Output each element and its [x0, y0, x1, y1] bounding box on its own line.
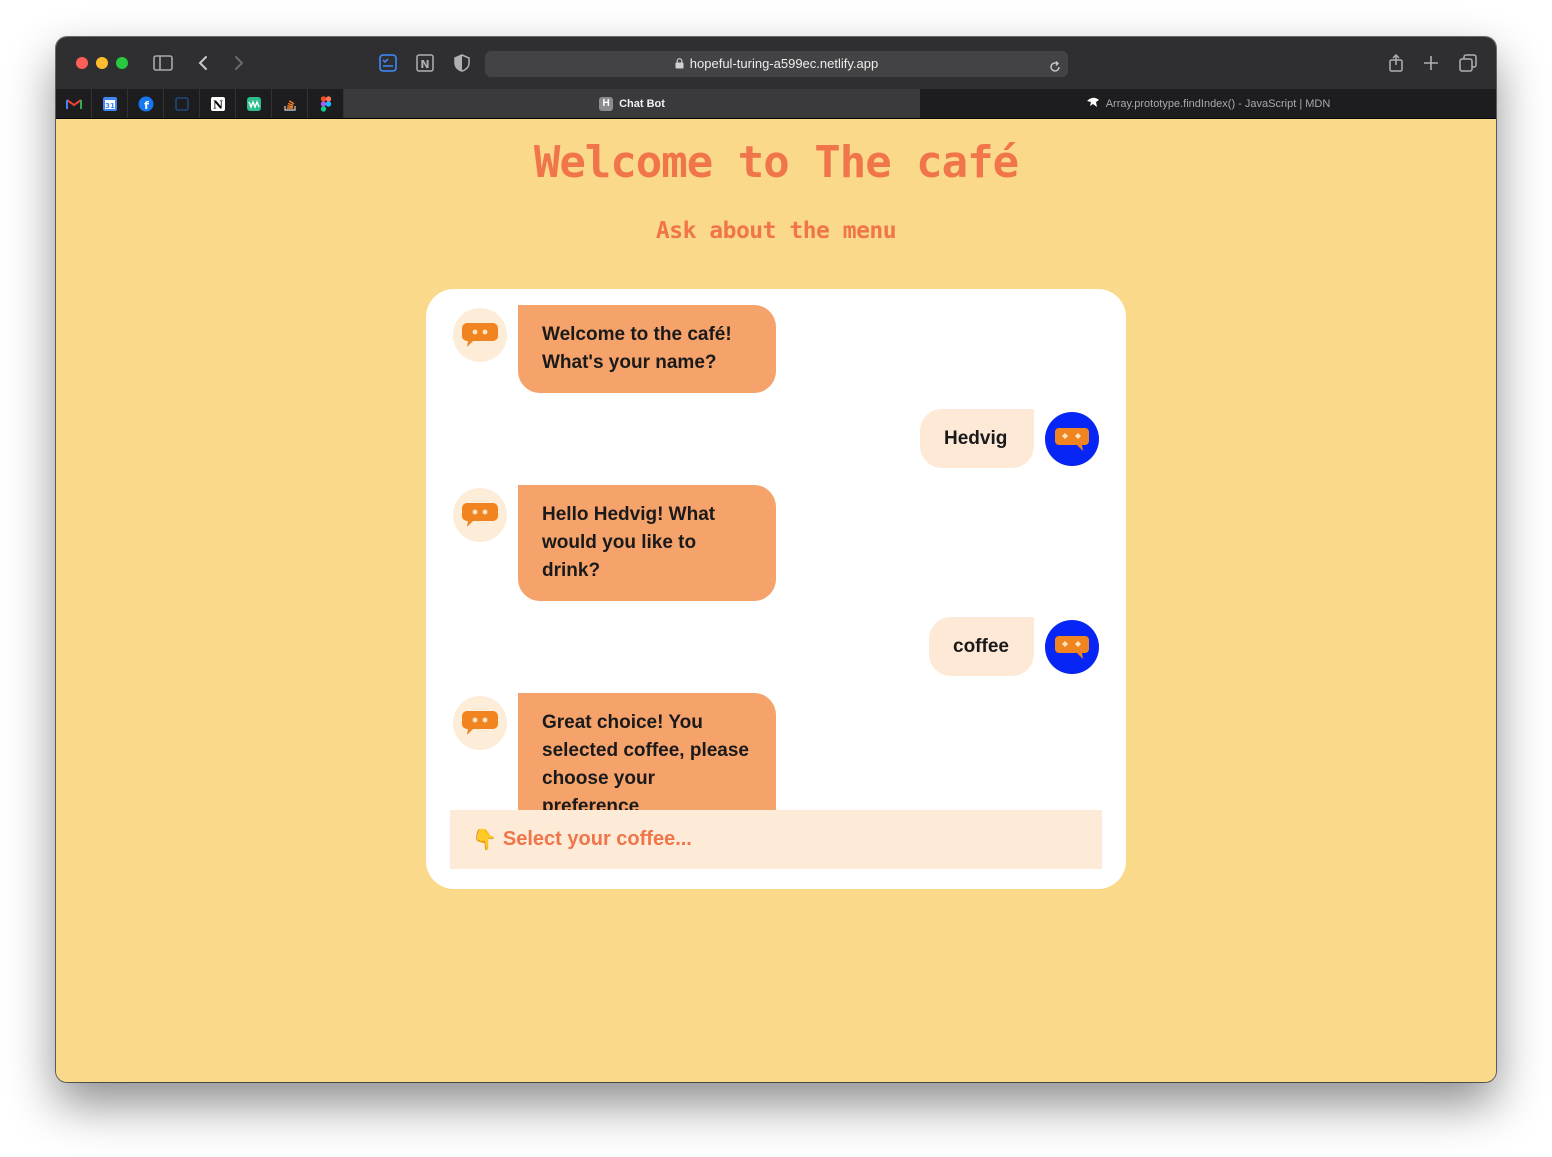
todoist-extension-icon[interactable] [377, 52, 399, 74]
svg-text:f: f [144, 99, 149, 112]
tab-overview-icon[interactable] [1457, 52, 1479, 74]
bot-message: Welcome to the café! What's your name? [518, 305, 776, 393]
google-calendar-icon[interactable]: 31 [92, 89, 128, 118]
tab-chat-bot[interactable]: H Chat Bot [344, 89, 920, 118]
svg-text:31: 31 [105, 102, 115, 110]
bot-avatar [453, 696, 507, 750]
notion-extension-icon[interactable]: N [414, 52, 436, 74]
share-icon[interactable] [1385, 52, 1407, 74]
page-content: Welcome to The café Ask about the menu W… [56, 119, 1496, 1082]
address-bar[interactable]: hopeful-turing-a599ec.netlify.app [485, 51, 1068, 77]
coffee-select[interactable]: 👇 Select your coffee... [450, 810, 1102, 869]
bot-message: Great choice! You selected coffee, pleas… [518, 693, 776, 810]
close-window-button[interactable] [76, 57, 88, 69]
page-title: Welcome to The café [533, 137, 1019, 188]
new-tab-icon[interactable] [1420, 52, 1442, 74]
tab-label: Array.prototype.findIndex() - JavaScript… [1105, 97, 1331, 110]
tab-bar: 31 f N H Chat Bot Array.prototype.findIn… [56, 89, 1496, 119]
site-icon: H [599, 96, 614, 111]
bot-avatar [453, 308, 507, 362]
lock-icon [675, 52, 684, 78]
figma-icon[interactable] [308, 89, 344, 118]
bot-avatar [453, 488, 507, 542]
facebook-icon[interactable]: f [128, 89, 164, 118]
tab-icon[interactable] [164, 89, 200, 118]
chat-messages[interactable]: Welcome to the café! What's your name? H… [426, 289, 1126, 810]
browser-window: N hopeful-turing-a599ec.netlify.app 31 f… [56, 37, 1496, 1082]
user-avatar [1045, 412, 1099, 466]
privacy-shield-icon[interactable] [451, 52, 473, 74]
back-icon[interactable] [193, 52, 215, 74]
tab-label: Chat Bot [619, 97, 665, 110]
sidebar-toggle-icon[interactable] [152, 52, 174, 74]
zoom-window-button[interactable] [116, 57, 128, 69]
minimize-window-button[interactable] [96, 57, 108, 69]
mdn-icon [1086, 96, 1100, 111]
user-message: Hedvig [920, 409, 1034, 468]
reload-icon[interactable] [1048, 57, 1062, 83]
page-subtitle: Ask about the menu [655, 218, 897, 244]
svg-text:N: N [420, 58, 429, 71]
gmail-icon[interactable] [56, 89, 92, 118]
svg-text:N: N [212, 98, 222, 111]
bot-message: Hello Hedvig! What would you like to dri… [518, 485, 776, 601]
stackoverflow-icon[interactable] [272, 89, 308, 118]
chat-card: Welcome to the café! What's your name? H… [426, 289, 1126, 889]
notion-icon[interactable]: N [200, 89, 236, 118]
wavve-icon[interactable] [236, 89, 272, 118]
user-message: coffee [929, 617, 1034, 676]
tab-mdn[interactable]: Array.prototype.findIndex() - JavaScript… [920, 89, 1496, 118]
select-placeholder: Select your coffee... [502, 828, 692, 850]
forward-icon[interactable] [227, 52, 249, 74]
url-text: hopeful-turing-a599ec.netlify.app [689, 56, 879, 71]
pointing-down-icon: 👇 [472, 829, 497, 851]
browser-toolbar: N hopeful-turing-a599ec.netlify.app [56, 37, 1496, 89]
user-avatar [1045, 620, 1099, 674]
